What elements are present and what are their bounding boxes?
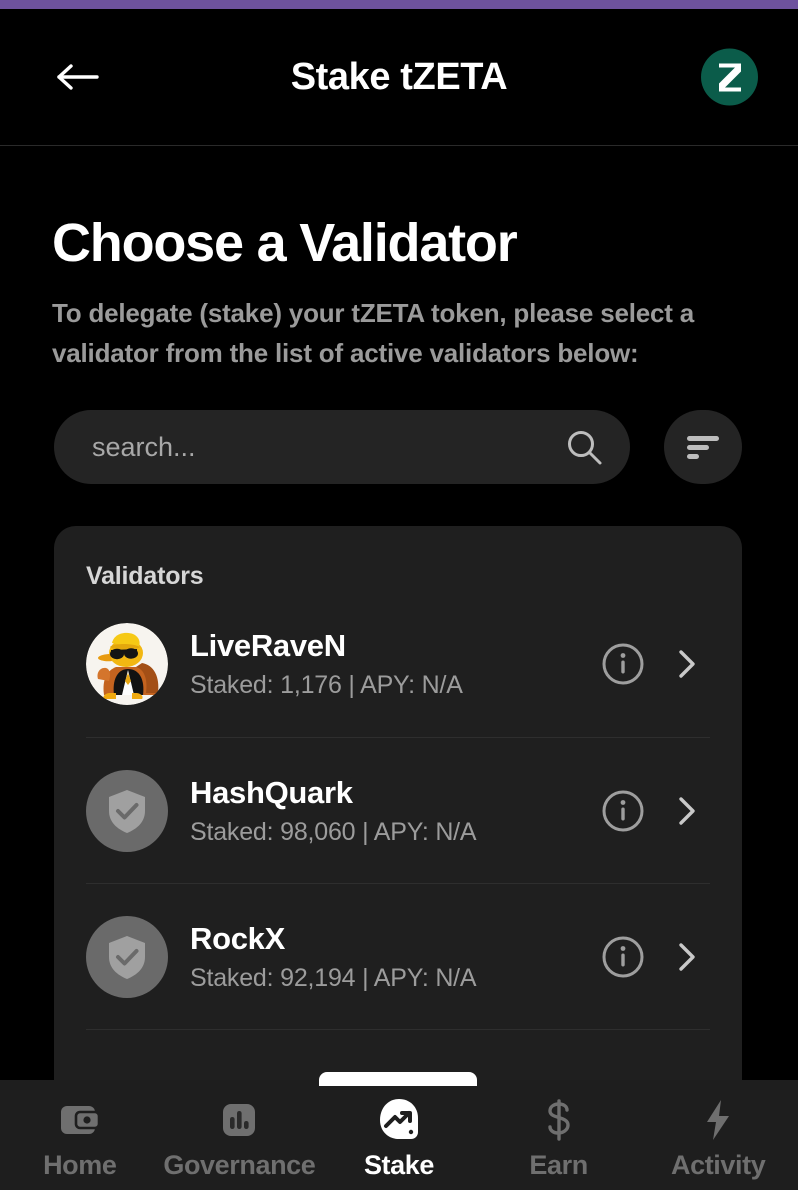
validator-info: RockX Staked: 92,194 | APY: N/A — [190, 921, 600, 993]
shield-check-icon — [109, 789, 145, 833]
sort-lines-icon — [687, 436, 719, 459]
chevron-right-icon — [679, 942, 695, 971]
validator-meta: Staked: 98,060 | APY: N/A — [190, 817, 477, 846]
validator-info-button[interactable] — [600, 641, 646, 687]
validator-chevron-button[interactable] — [664, 788, 710, 834]
z-glyph-icon — [718, 63, 741, 91]
validator-chevron-button[interactable] — [664, 641, 710, 687]
status-bar — [0, 0, 798, 9]
bolt-icon-wrap — [700, 1094, 736, 1146]
app-bar-title: Stake tZETA — [290, 55, 508, 98]
nav-tab-activity[interactable]: Activity — [638, 1080, 798, 1181]
nav-tab-label: Home — [43, 1150, 117, 1180]
nav-tab-label: Governance — [163, 1150, 316, 1180]
validator-row[interactable]: HashQuark Staked: 98,060 | APY: N/A — [86, 737, 710, 883]
info-circle-icon — [602, 936, 644, 977]
nav-tab-home[interactable]: Home — [0, 1080, 160, 1181]
bar-chart-icon — [223, 1104, 256, 1136]
info-circle-icon — [602, 643, 644, 685]
active-tab-indicator — [319, 1072, 477, 1086]
nav-tab-label: Stake — [363, 1150, 435, 1180]
search-icon[interactable] — [564, 427, 604, 467]
wallet-icon-wrap — [57, 1094, 103, 1146]
validator-avatar — [86, 623, 168, 705]
page-title: Choose a Validator — [52, 213, 518, 273]
nav-tab-label: Earn — [529, 1150, 588, 1180]
bar-chart-icon-wrap — [217, 1094, 261, 1146]
validator-chevron-button[interactable] — [664, 934, 710, 980]
nav-tab-stake[interactable]: Stake — [319, 1080, 479, 1181]
nav-tab-label: Activity — [671, 1150, 766, 1180]
zetachain-logo[interactable] — [701, 48, 758, 106]
page-content: Choose a Validator To delegate (stake) y… — [0, 146, 798, 1190]
validator-meta: Staked: 92,194 | APY: N/A — [190, 963, 477, 992]
dollar-sign-icon — [547, 1099, 570, 1141]
nav-tab-earn[interactable]: Earn — [479, 1080, 639, 1181]
stake-icon-wrap — [375, 1094, 423, 1146]
trending-up-bubble-icon — [379, 1099, 418, 1139]
app-bar: Stake tZETA — [0, 9, 798, 146]
nav-tab-governance[interactable]: Governance — [160, 1080, 320, 1181]
search-input[interactable] — [92, 431, 564, 463]
validator-name: LiveRaveN — [190, 628, 346, 663]
validator-info-button[interactable] — [600, 934, 646, 980]
bottom-navigation: Home Governance Stake Earn Activity — [0, 1080, 798, 1190]
duck-avatar-icon — [86, 623, 168, 705]
validator-name: RockX — [190, 920, 285, 956]
validator-row[interactable]: LiveRaveN Staked: 1,176 | APY: N/A — [86, 591, 710, 737]
validator-avatar — [86, 769, 168, 852]
validator-info-button[interactable] — [600, 788, 646, 834]
chevron-right-icon — [679, 650, 695, 678]
validator-info: HashQuark Staked: 98,060 | APY: N/A — [190, 775, 600, 847]
validator-info: LiveRaveN Staked: 1,176 | APY: N/A — [190, 628, 600, 700]
validator-row[interactable]: RockX Staked: 92,194 | APY: N/A — [86, 883, 710, 1029]
search-box[interactable] — [54, 410, 630, 484]
chevron-right-icon — [679, 796, 695, 825]
page-subtitle: To delegate (stake) your tZETA token, pl… — [52, 298, 695, 368]
dollar-icon-wrap — [539, 1094, 579, 1146]
validator-name: HashQuark — [190, 774, 353, 810]
sort-filter-button[interactable] — [664, 410, 742, 484]
search-row — [54, 410, 742, 484]
lightning-bolt-icon — [707, 1100, 730, 1140]
validator-avatar — [86, 915, 168, 998]
app-root: Stake tZETA Choose a Validator To delega… — [0, 0, 798, 1190]
validator-meta: Staked: 1,176 | APY: N/A — [190, 671, 463, 699]
wallet-icon — [60, 1106, 101, 1134]
info-circle-icon — [602, 790, 644, 831]
shield-check-icon — [109, 935, 145, 979]
validators-card-label: Validators — [86, 562, 204, 590]
